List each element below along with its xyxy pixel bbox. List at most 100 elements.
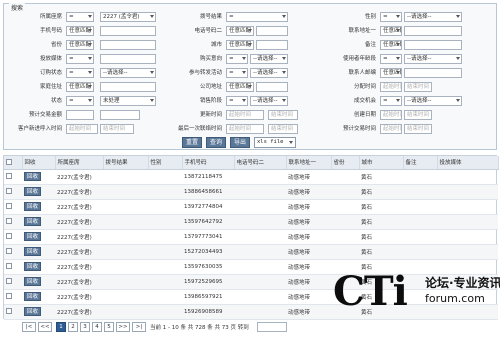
filter-select[interactable]: = <box>226 12 288 22</box>
select-all-header[interactable] <box>4 156 23 170</box>
recycle-button[interactable]: 回收 <box>24 202 42 211</box>
select-all-checkbox[interactable] <box>6 159 12 165</box>
last-page-button[interactable]: >| <box>132 322 146 332</box>
agent-cell: 2227(孟令君) <box>55 169 103 185</box>
filter-input[interactable] <box>100 110 140 120</box>
filter-select[interactable]: = <box>226 68 248 78</box>
page-number-button[interactable]: 4 <box>92 322 102 332</box>
filter-input[interactable]: 起始时间 <box>226 124 264 134</box>
filter-select[interactable]: --请选择-- <box>250 54 288 64</box>
filter-input[interactable] <box>100 82 156 92</box>
query-button[interactable]: 查询 <box>206 137 226 148</box>
filter-select[interactable]: 任意匹配 <box>226 40 254 50</box>
row-checkbox[interactable] <box>6 278 12 285</box>
table-row[interactable]: 回收 2227(孟令君) 15272034493 动感地带 黄石 <box>4 244 498 260</box>
filter-select[interactable]: --请选择-- <box>404 12 462 22</box>
first-page-button[interactable]: |< <box>22 322 36 332</box>
table-row[interactable]: 回收 2227(孟令君) 13872118475 动感地带 黄石 <box>4 169 498 185</box>
filter-select[interactable]: = <box>380 96 402 106</box>
row-checkbox[interactable] <box>6 293 12 300</box>
filter-input[interactable]: 结束时间 <box>404 110 432 120</box>
filter-select[interactable]: = <box>66 54 94 64</box>
filter-input[interactable] <box>100 54 156 64</box>
recycle-button[interactable]: 回收 <box>24 277 42 286</box>
filter-select[interactable]: --请选择-- <box>100 68 156 78</box>
row-checkbox[interactable] <box>6 173 12 180</box>
filter-select[interactable]: = <box>66 68 94 78</box>
filter-input[interactable]: 起始时间 <box>66 124 98 134</box>
filter-input[interactable]: 起始时间 <box>226 110 264 120</box>
filter-select[interactable]: = <box>380 12 402 22</box>
row-checkbox[interactable] <box>6 218 12 225</box>
filter-select[interactable]: --请选择-- <box>250 96 288 106</box>
row-checkbox[interactable] <box>6 263 12 270</box>
filter-input[interactable] <box>404 68 462 78</box>
filter-input[interactable]: 起始时间 <box>380 110 402 120</box>
reset-button[interactable]: 重置 <box>182 137 202 148</box>
filter-input[interactable] <box>256 40 288 50</box>
filter-input[interactable] <box>404 40 462 50</box>
field-value: = <box>229 56 234 62</box>
filter-select[interactable]: 任意匹配 <box>380 40 402 50</box>
row-checkbox[interactable] <box>6 188 12 195</box>
field-label: 联系地址一 <box>348 28 376 34</box>
page-number-button[interactable]: 2 <box>68 322 78 332</box>
filter-input[interactable]: 起始时间 <box>380 124 402 134</box>
filter-select[interactable]: = <box>380 54 402 64</box>
prev-page-button[interactable]: << <box>38 322 52 332</box>
recycle-button[interactable]: 回收 <box>24 172 42 181</box>
filter-select[interactable]: = <box>66 12 94 22</box>
filter-input[interactable]: 结束时间 <box>404 124 432 134</box>
filter-select[interactable]: 任意匹配 <box>380 68 402 78</box>
filter-input[interactable]: 结束时间 <box>404 82 432 92</box>
filter-input[interactable] <box>404 26 462 36</box>
city-cell: 黄石 <box>359 214 403 230</box>
filter-select[interactable]: 任意匹配 <box>66 40 94 50</box>
table-row[interactable]: 回收 2227(孟令君) 13797773041 动感地带 黄石 <box>4 229 498 245</box>
filter-select[interactable]: 任意匹配 <box>66 82 94 92</box>
remark-cell <box>403 214 437 230</box>
filter-input[interactable]: 结束时间 <box>268 110 298 120</box>
recycle-button[interactable]: 回收 <box>24 232 42 241</box>
recycle-button[interactable]: 回收 <box>24 187 42 196</box>
row-checkbox[interactable] <box>6 308 12 315</box>
filter-input[interactable] <box>100 40 156 50</box>
filter-input[interactable]: 结束时间 <box>268 124 298 134</box>
filter-select[interactable]: 任意匹配 <box>380 26 402 36</box>
page-number-button[interactable]: 5 <box>104 322 114 332</box>
row-checkbox[interactable] <box>6 248 12 255</box>
page-number-button[interactable]: 1 <box>56 322 66 332</box>
filter-input[interactable]: 起始时间 <box>380 82 402 92</box>
filter-select[interactable]: --请选择-- <box>404 96 462 106</box>
table-row[interactable]: 回收 2227(孟令君) 13972774804 动感地带 黄石 <box>4 199 498 215</box>
export-format-select[interactable]: xls file <box>254 137 296 148</box>
filter-input[interactable] <box>256 82 288 92</box>
filter-input[interactable]: 结束时间 <box>100 124 134 134</box>
recycle-button[interactable]: 回收 <box>24 262 42 271</box>
filter-input[interactable] <box>100 26 156 36</box>
filter-input[interactable] <box>66 110 94 120</box>
filter-select[interactable]: = <box>66 96 94 106</box>
filter-select[interactable]: 任意匹配 <box>226 26 254 36</box>
next-page-button[interactable]: >> <box>116 322 130 332</box>
filter-select[interactable]: 任意匹配 <box>226 82 254 92</box>
export-button[interactable]: 导出 <box>230 137 250 148</box>
filter-select[interactable]: = <box>226 54 248 64</box>
recycle-button[interactable]: 回收 <box>24 217 42 226</box>
filter-select[interactable]: 未处理 <box>100 96 156 106</box>
filter-select[interactable]: --请选择-- <box>250 68 288 78</box>
recycle-button[interactable]: 回收 <box>24 307 42 316</box>
filter-select[interactable]: = <box>226 96 248 106</box>
table-row[interactable]: 回收 2227(孟令君) 13597642792 动感地带 黄石 <box>4 214 498 230</box>
row-checkbox[interactable] <box>6 233 12 240</box>
filter-select[interactable]: --请选择-- <box>404 54 462 64</box>
filter-input[interactable] <box>256 26 288 36</box>
page-number-button[interactable]: 3 <box>80 322 90 332</box>
table-row[interactable]: 回收 2227(孟令君) 13886458661 动感地带 黄石 <box>4 184 498 200</box>
filter-select[interactable]: 2227 (孟令君) <box>100 12 156 22</box>
filter-select[interactable]: 任意匹配 <box>66 26 94 36</box>
page-jump-input[interactable] <box>257 322 287 332</box>
row-checkbox[interactable] <box>6 203 12 210</box>
recycle-button[interactable]: 回收 <box>24 292 42 301</box>
recycle-button[interactable]: 回收 <box>24 247 42 256</box>
